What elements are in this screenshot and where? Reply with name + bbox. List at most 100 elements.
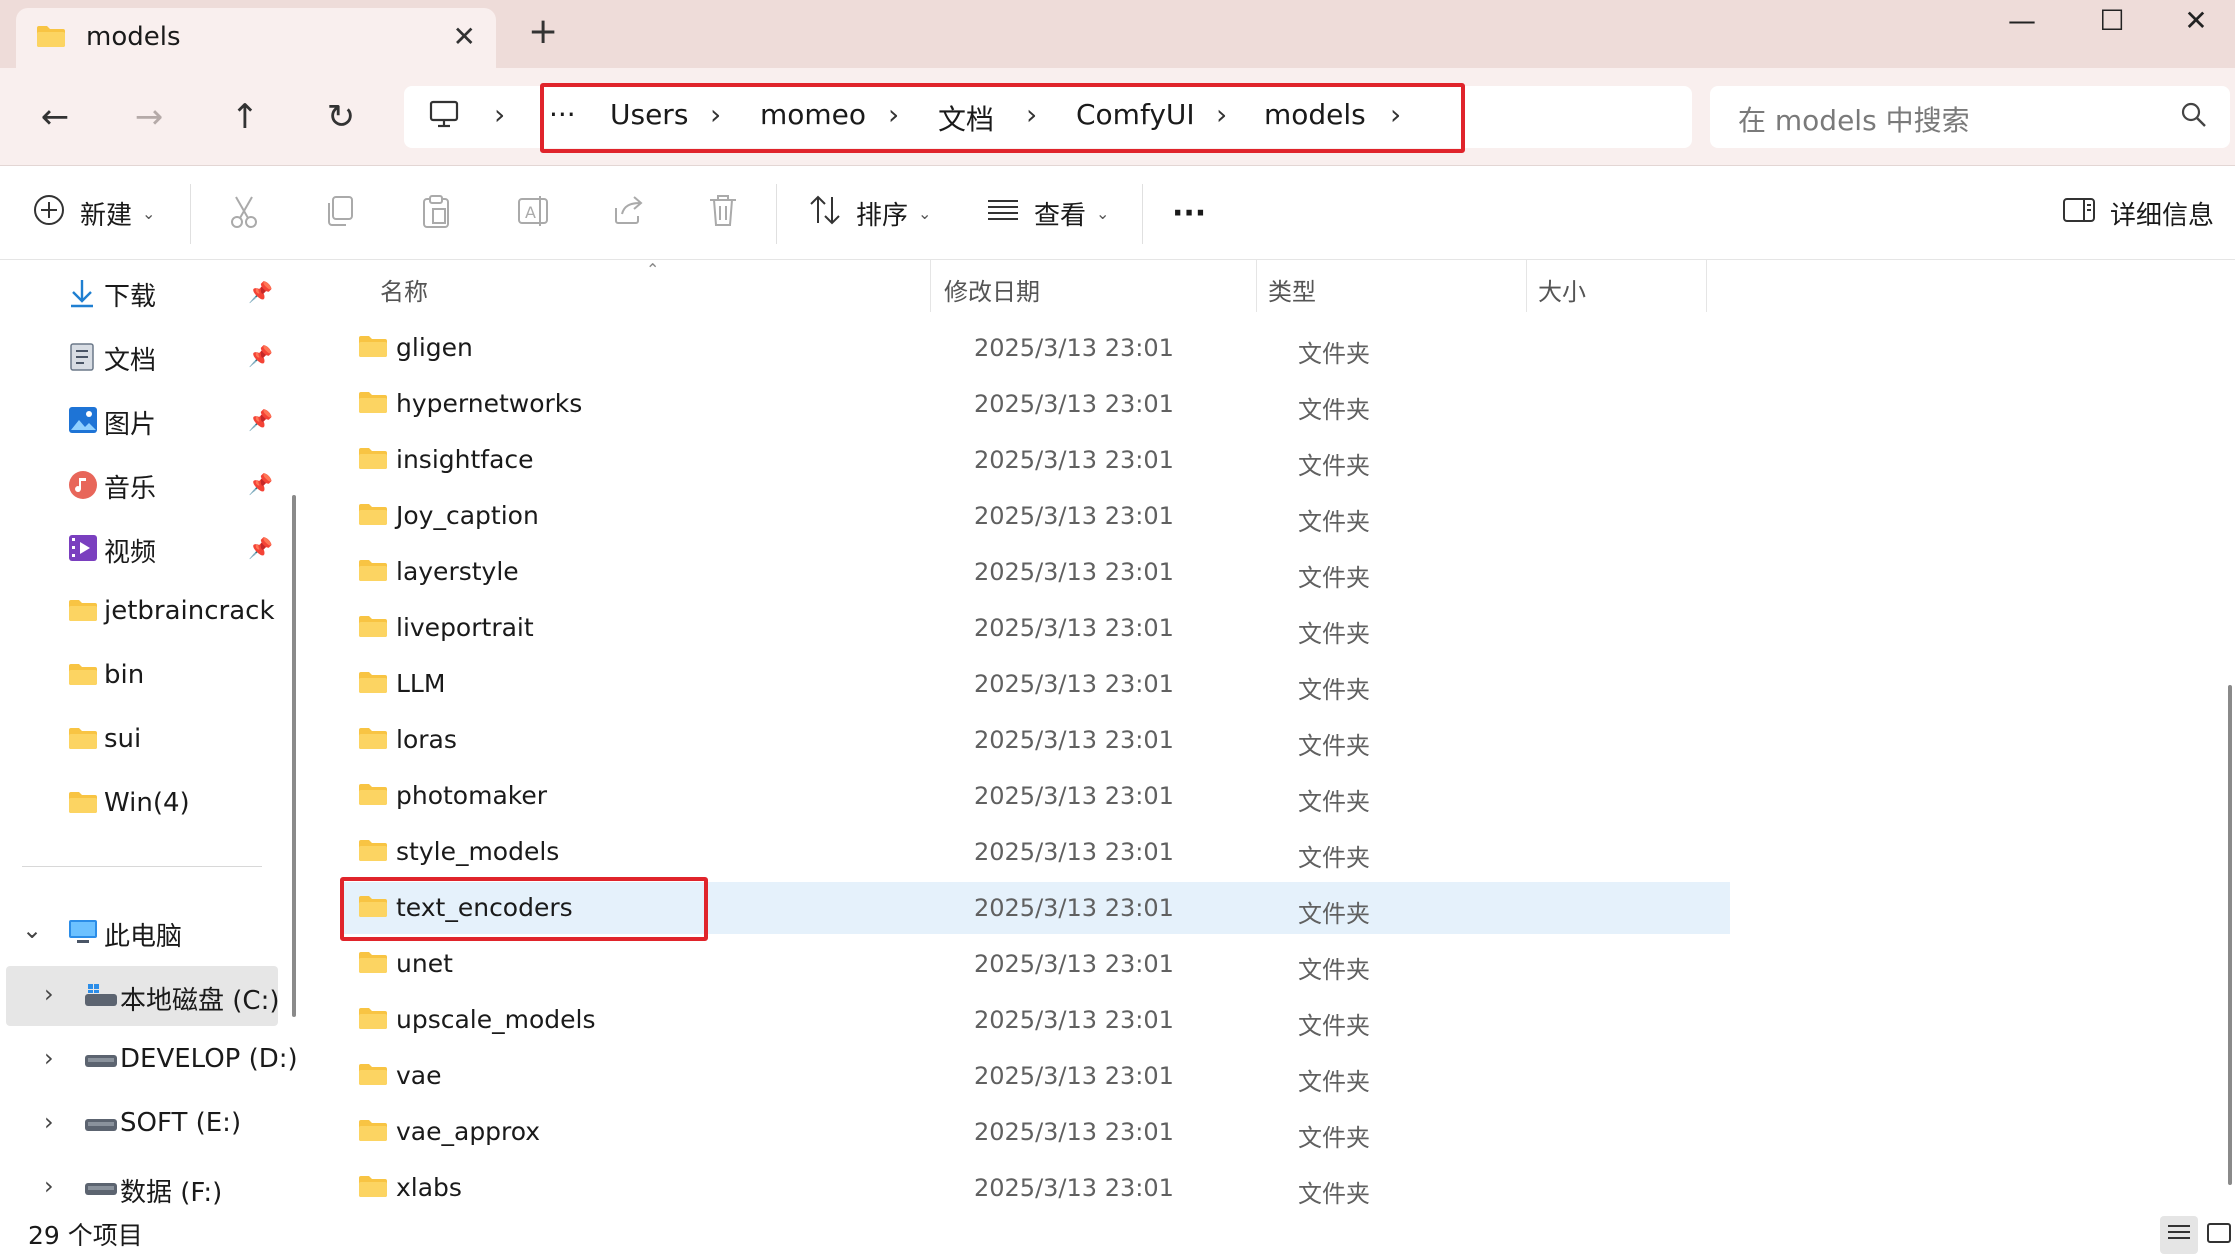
- chevron-right-icon[interactable]: ›: [44, 980, 54, 1008]
- sort-label: 排序: [856, 200, 909, 231]
- close-tab-icon[interactable]: ✕: [453, 20, 476, 53]
- divider: [1142, 184, 1143, 244]
- table-row[interactable]: upscale_models 2025/3/13 23:01 文件夹: [340, 994, 1730, 1046]
- table-row[interactable]: loras 2025/3/13 23:01 文件夹: [340, 714, 1730, 766]
- sidebar-item-sui[interactable]: sui: [0, 710, 290, 770]
- sidebar-item-pictures[interactable]: 图片 📌: [0, 390, 290, 450]
- new-button[interactable]: 新建 ⌄: [32, 190, 155, 236]
- sort-ascending-icon: ⌃: [646, 260, 660, 279]
- column-header-name[interactable]: 名称: [380, 272, 428, 307]
- file-type: 文件夹: [1298, 620, 1370, 648]
- details-view-button[interactable]: [2160, 1216, 2198, 1254]
- sidebar-scrollbar[interactable]: [292, 495, 296, 1017]
- chevron-down-icon[interactable]: ⌄: [22, 916, 42, 944]
- column-divider[interactable]: [1706, 260, 1707, 312]
- download-icon: [68, 278, 96, 315]
- folder-icon: [358, 670, 388, 698]
- chevron-down-icon: ⌄: [142, 203, 156, 223]
- share-icon[interactable]: [612, 194, 646, 230]
- table-row[interactable]: hypernetworks 2025/3/13 23:01 文件夹: [340, 378, 1730, 430]
- rename-icon[interactable]: A: [516, 194, 550, 232]
- column-divider[interactable]: [1526, 260, 1527, 312]
- sidebar-item-drive-e[interactable]: › SOFT (E:): [0, 1094, 290, 1154]
- column-header-type[interactable]: 类型: [1268, 272, 1316, 307]
- this-pc-icon[interactable]: [428, 100, 460, 134]
- sidebar-item-label: 音乐: [104, 474, 157, 504]
- file-name: upscale_models: [396, 1005, 596, 1034]
- table-row[interactable]: xlabs 2025/3/13 23:01 文件夹: [340, 1162, 1730, 1214]
- table-row[interactable]: gligen 2025/3/13 23:01 文件夹: [340, 322, 1730, 374]
- table-row[interactable]: vae 2025/3/13 23:01 文件夹: [340, 1050, 1730, 1102]
- sidebar-item-videos[interactable]: 视频 📌: [0, 518, 290, 578]
- back-button[interactable]: ←: [28, 90, 82, 144]
- close-window-button[interactable]: ✕: [2150, 0, 2235, 40]
- sort-button[interactable]: 排序 ⌄: [808, 190, 931, 236]
- file-list-scrollbar[interactable]: [2228, 685, 2232, 1185]
- table-row[interactable]: LLM 2025/3/13 23:01 文件夹: [340, 658, 1730, 710]
- view-button[interactable]: 查看 ⌄: [986, 190, 1109, 236]
- more-options-button[interactable]: ···: [1172, 190, 1206, 236]
- table-row[interactable]: photomaker 2025/3/13 23:01 文件夹: [340, 770, 1730, 822]
- sidebar-item-music[interactable]: 音乐 📌: [0, 454, 290, 514]
- sidebar-item-drive-f[interactable]: › 数据 (F:): [0, 1158, 290, 1218]
- table-row[interactable]: insightface 2025/3/13 23:01 文件夹: [340, 434, 1730, 486]
- table-row[interactable]: liveportrait 2025/3/13 23:01 文件夹: [340, 602, 1730, 654]
- file-name: gligen: [396, 333, 473, 362]
- chevron-right-icon[interactable]: ›: [44, 1172, 54, 1200]
- address-highlight-box: [540, 83, 1465, 153]
- tab-models[interactable]: models ✕: [16, 8, 496, 68]
- table-row[interactable]: unet 2025/3/13 23:01 文件夹: [340, 938, 1730, 990]
- maximize-button[interactable]: ☐: [2066, 0, 2158, 40]
- tiles-view-button[interactable]: [2200, 1216, 2235, 1254]
- table-row[interactable]: style_models 2025/3/13 23:01 文件夹: [340, 826, 1730, 878]
- table-row[interactable]: vae_approx 2025/3/13 23:01 文件夹: [340, 1106, 1730, 1158]
- sidebar-item-win4[interactable]: Win(4): [0, 774, 290, 834]
- forward-button[interactable]: →: [122, 90, 176, 144]
- file-name: insightface: [396, 445, 534, 474]
- sidebar-item-documents[interactable]: 文档 📌: [0, 326, 290, 386]
- folder-icon: [68, 662, 98, 693]
- table-row[interactable]: layerstyle 2025/3/13 23:01 文件夹: [340, 546, 1730, 598]
- pin-icon[interactable]: 📌: [248, 280, 273, 304]
- paste-icon[interactable]: [420, 194, 452, 234]
- sidebar-item-downloads[interactable]: 下载 📌: [0, 262, 290, 322]
- refresh-button[interactable]: ↻: [314, 90, 368, 144]
- drive-windows-icon: [84, 982, 118, 1015]
- sidebar-item-drive-c[interactable]: › 本地磁盘 (C:): [6, 966, 279, 1026]
- chevron-down-icon: ⌄: [1096, 203, 1110, 223]
- pin-icon[interactable]: 📌: [248, 344, 273, 368]
- details-pane-icon: [2062, 196, 2096, 231]
- pin-icon[interactable]: 📌: [248, 472, 273, 496]
- tiles-view-icon: [2206, 1222, 2232, 1248]
- file-type: 文件夹: [1298, 1124, 1370, 1152]
- new-tab-button[interactable]: +: [528, 14, 558, 50]
- sidebar-item-jetbraincrack[interactable]: jetbraincrack: [0, 582, 290, 642]
- delete-icon[interactable]: [708, 194, 738, 232]
- search-icon[interactable]: [2180, 101, 2208, 133]
- column-header-modified[interactable]: 修改日期: [944, 272, 1040, 307]
- sidebar-item-label: SOFT (E:): [120, 1108, 242, 1138]
- up-button[interactable]: ↑: [218, 90, 272, 144]
- search-input[interactable]: 在 models 中搜索: [1710, 86, 2230, 148]
- sidebar-item-drive-d[interactable]: › DEVELOP (D:): [0, 1030, 298, 1090]
- breadcrumb-separator[interactable]: ›: [494, 98, 505, 131]
- pin-icon[interactable]: 📌: [248, 408, 273, 432]
- column-divider[interactable]: [1256, 260, 1257, 312]
- copy-icon[interactable]: [324, 194, 356, 232]
- view-label: 查看: [1034, 200, 1087, 231]
- sidebar-item-this-pc[interactable]: ⌄ 此电脑: [0, 902, 290, 962]
- chevron-right-icon[interactable]: ›: [44, 1044, 54, 1072]
- column-divider[interactable]: [930, 260, 931, 312]
- sidebar-item-bin[interactable]: bin: [0, 646, 290, 706]
- cut-icon[interactable]: [228, 194, 260, 234]
- column-header-size[interactable]: 大小: [1538, 272, 1586, 307]
- details-pane-button[interactable]: 详细信息: [2062, 190, 2214, 236]
- file-modified-date: 2025/3/13 23:01: [974, 502, 1174, 530]
- tab-title: models: [86, 22, 181, 52]
- chevron-right-icon[interactable]: ›: [44, 1108, 54, 1136]
- pin-icon[interactable]: 📌: [248, 536, 273, 560]
- folder-icon: [358, 390, 388, 418]
- table-row[interactable]: Joy_caption 2025/3/13 23:01 文件夹: [340, 490, 1730, 542]
- minimize-button[interactable]: —: [1976, 0, 2068, 40]
- file-type: 文件夹: [1298, 1180, 1370, 1208]
